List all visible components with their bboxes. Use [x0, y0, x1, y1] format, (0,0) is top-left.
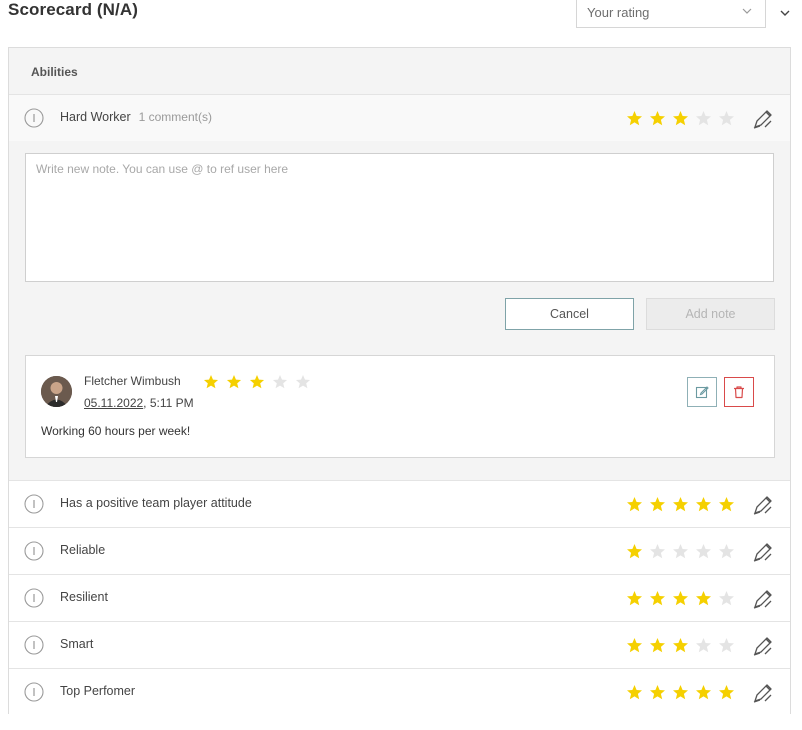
section-title: Abilities	[31, 65, 78, 79]
chevron-down-icon	[741, 5, 753, 20]
pen-edit-icon[interactable]	[751, 587, 775, 611]
comment-count[interactable]: 1 comment(s)	[139, 110, 212, 124]
star-rating[interactable]	[626, 637, 741, 654]
star-empty-icon[interactable]	[672, 543, 689, 560]
star-filled-icon[interactable]	[626, 496, 643, 513]
star-filled-icon[interactable]	[226, 374, 242, 390]
edit-square-icon	[695, 386, 709, 399]
info-circle-icon[interactable]	[24, 588, 44, 608]
star-filled-icon[interactable]	[649, 637, 666, 654]
star-empty-icon[interactable]	[649, 543, 666, 560]
star-filled-icon[interactable]	[649, 496, 666, 513]
ability-row-hard-worker[interactable]: Hard Worker 1 comment(s)	[9, 94, 790, 141]
ability-row[interactable]: Reliable	[9, 527, 790, 574]
add-note-button[interactable]: Add note	[646, 298, 775, 330]
cancel-button[interactable]: Cancel	[505, 298, 634, 330]
ability-label: Resilient	[60, 590, 108, 604]
pen-edit-icon[interactable]	[751, 681, 775, 705]
comment-date-link[interactable]: 05.11.2022	[84, 396, 143, 410]
ability-row[interactable]: Has a positive team player attitude	[9, 480, 790, 527]
star-filled-icon[interactable]	[695, 496, 712, 513]
star-filled-icon[interactable]	[695, 684, 712, 701]
info-circle-icon[interactable]	[24, 682, 44, 702]
star-filled-icon[interactable]	[672, 637, 689, 654]
star-empty-icon[interactable]	[718, 110, 735, 127]
abilities-panel: Abilities Hard Worker1 comment(s) Cancel…	[8, 47, 791, 715]
star-filled-icon[interactable]	[626, 684, 643, 701]
ability-label: Hard Worker 1 comment(s)	[60, 110, 212, 124]
star-rating[interactable]	[626, 110, 741, 127]
star-empty-icon[interactable]	[272, 374, 288, 390]
star-empty-icon[interactable]	[695, 110, 712, 127]
star-filled-icon[interactable]	[249, 374, 265, 390]
ability-row[interactable]: Smart	[9, 621, 790, 668]
star-empty-icon[interactable]	[718, 637, 735, 654]
rating-select-value: Your rating	[587, 4, 650, 20]
trash-icon	[734, 386, 744, 399]
pen-edit-icon[interactable]	[751, 107, 775, 131]
pen-edit-icon[interactable]	[751, 540, 775, 564]
ability-label: Top Perfomer	[60, 684, 136, 698]
pen-edit-icon[interactable]	[751, 493, 775, 517]
comment-date: 05.11.2022, 5:11 PM	[84, 396, 194, 410]
comment-author: Fletcher Wimbush	[84, 374, 181, 388]
star-empty-icon[interactable]	[695, 637, 712, 654]
collapse-toggle-chevron-icon[interactable]	[776, 4, 794, 22]
star-empty-icon[interactable]	[718, 543, 735, 560]
your-rating-select[interactable]: Your rating	[576, 0, 766, 28]
ability-label: Has a positive team player attitude	[60, 496, 252, 510]
star-empty-icon[interactable]	[718, 590, 735, 607]
comment-star-rating	[203, 374, 318, 390]
pen-edit-icon[interactable]	[751, 634, 775, 658]
star-filled-icon[interactable]	[718, 684, 735, 701]
comment-card: Fletcher Wimbush 05.11.2022, 5:11 PM Wor…	[25, 355, 775, 458]
edit-comment-button[interactable]	[687, 377, 717, 407]
star-filled-icon[interactable]	[626, 637, 643, 654]
info-circle-icon[interactable]	[24, 494, 44, 514]
page-title: Scorecard (N/A)	[8, 0, 138, 19]
star-empty-icon[interactable]	[295, 374, 311, 390]
star-filled-icon[interactable]	[649, 110, 666, 127]
star-filled-icon[interactable]	[672, 684, 689, 701]
star-filled-icon[interactable]	[718, 496, 735, 513]
star-filled-icon[interactable]	[649, 684, 666, 701]
ability-row[interactable]: Resilient	[9, 574, 790, 621]
star-filled-icon[interactable]	[626, 543, 643, 560]
star-empty-icon[interactable]	[695, 543, 712, 560]
star-filled-icon[interactable]	[626, 590, 643, 607]
star-rating[interactable]	[626, 496, 741, 513]
ability-label: Reliable	[60, 543, 106, 557]
ability-row[interactable]: Top Perfomer	[9, 668, 790, 715]
star-filled-icon[interactable]	[672, 590, 689, 607]
star-filled-icon[interactable]	[649, 590, 666, 607]
new-note-textarea[interactable]	[25, 153, 774, 282]
star-rating[interactable]	[626, 590, 741, 607]
star-filled-icon[interactable]	[672, 496, 689, 513]
star-rating[interactable]	[626, 684, 741, 701]
info-circle-icon[interactable]	[24, 108, 44, 128]
section-header: Abilities	[9, 48, 790, 96]
avatar	[41, 376, 72, 407]
star-filled-icon[interactable]	[626, 110, 643, 127]
star-filled-icon[interactable]	[203, 374, 219, 390]
info-circle-icon[interactable]	[24, 635, 44, 655]
info-circle-icon[interactable]	[24, 541, 44, 561]
comment-text: Working 60 hours per week!	[41, 424, 191, 438]
delete-comment-button[interactable]	[724, 377, 754, 407]
ability-label: Smart	[60, 637, 94, 651]
star-filled-icon[interactable]	[672, 110, 689, 127]
star-filled-icon[interactable]	[695, 590, 712, 607]
star-rating[interactable]	[626, 543, 741, 560]
